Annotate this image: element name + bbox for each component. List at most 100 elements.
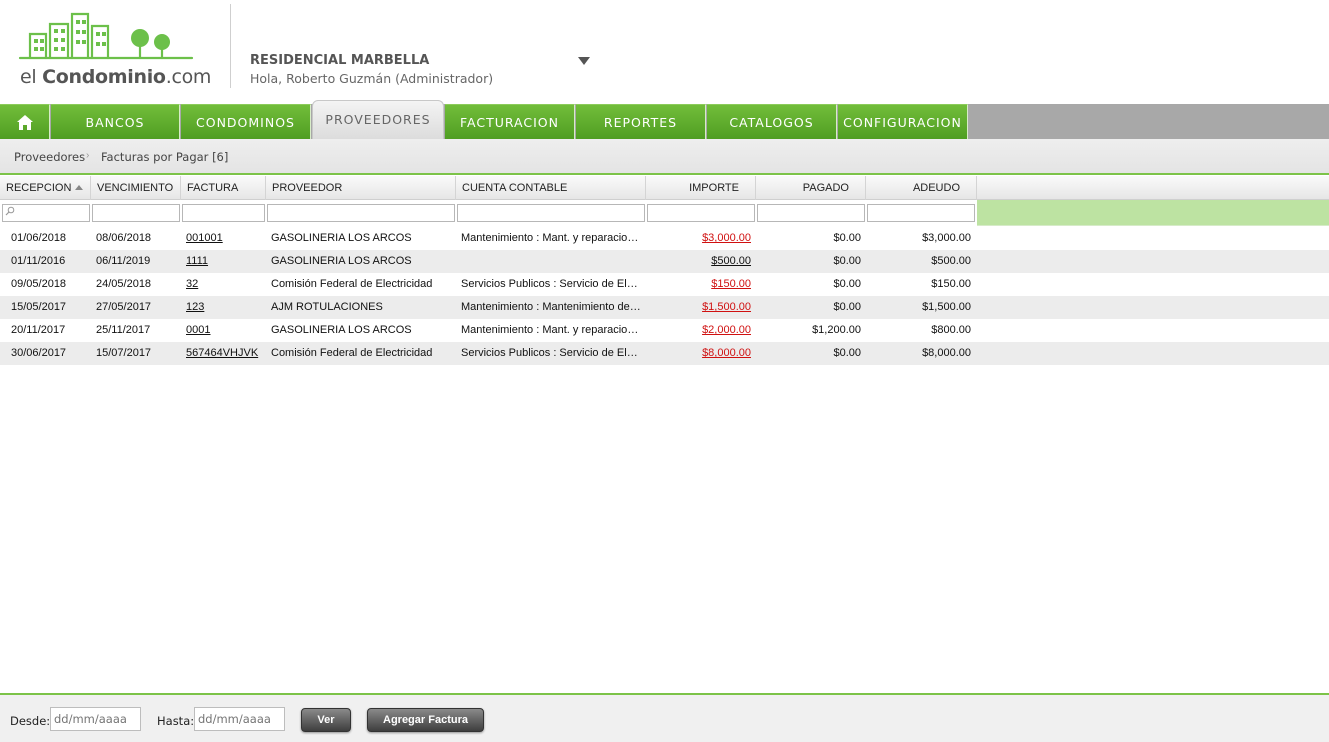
condo-name[interactable]: RESIDENCIAL MARBELLA (250, 53, 429, 68)
col-header-proveedor[interactable]: PROVEEDOR (266, 176, 456, 200)
footer-toolbar: Desde: Hasta: Ver Agregar Factura (0, 693, 1329, 742)
agregar-factura-button[interactable]: Agregar Factura (367, 708, 484, 732)
col-header-adeudo[interactable]: ADEUDO (866, 176, 977, 200)
cell-factura-link-text[interactable]: 0001 (186, 324, 210, 336)
cell-proveedor-text: AJM ROTULACIONES (271, 301, 383, 313)
desde-date-input[interactable] (50, 707, 141, 731)
col-header-pagado[interactable]: PAGADO (756, 176, 866, 200)
cell-factura-link[interactable]: 567464VHJVK (186, 342, 264, 365)
cell-recepcion-text: 01/06/2018 (11, 232, 67, 244)
cell-recepcion-text: 20/11/2017 (11, 324, 66, 336)
cell-factura-link-text[interactable]: 32 (186, 278, 198, 290)
col-header-importe[interactable]: IMPORTE (646, 176, 756, 200)
nav-catalogos[interactable]: CATALOGOS (707, 104, 837, 139)
app-header: el Condominio.com RESIDENCIAL MARBELLA H… (0, 0, 1329, 104)
cell-pagado: $0.00 (756, 342, 861, 365)
logo-prefix: el (20, 66, 43, 88)
cell-factura-link[interactable]: 001001 (186, 227, 264, 250)
cell-factura-link-text[interactable]: 567464VHJVK (186, 347, 258, 359)
cell-vencimiento-text: 08/06/2018 (96, 232, 152, 244)
cell-importe-link-text[interactable]: $500.00 (711, 255, 751, 267)
filter-pagado[interactable] (757, 204, 865, 222)
logo-bold: Condominio (42, 66, 166, 88)
cell-importe-link[interactable]: $8,000.00 (646, 342, 751, 365)
ver-button[interactable]: Ver (301, 708, 351, 732)
cell-importe-link[interactable]: $150.00 (646, 273, 751, 296)
cell-cuenta-contable: Servicios Publicos : Servicio de Electri… (461, 273, 641, 296)
home-icon (16, 114, 33, 130)
filter-importe[interactable] (647, 204, 755, 222)
cell-pagado: $0.00 (756, 250, 861, 273)
filter-factura[interactable] (182, 204, 265, 222)
table-row[interactable]: 15/05/2017 27/05/2017 123 AJM ROTULACIONES M… (0, 296, 1329, 319)
cell-importe-link-text[interactable]: $8,000.00 (702, 347, 751, 359)
nav-proveedores[interactable]: PROVEEDORES (312, 100, 444, 139)
col-header-recepcion-label: RECEPCION (6, 182, 72, 194)
cell-importe-link[interactable]: $2,000.00 (646, 319, 751, 342)
cell-pagado: $0.00 (756, 273, 861, 296)
user-greeting: Hola, Roberto Guzmán (Administrador) (250, 71, 494, 86)
cell-importe-link-text[interactable]: $1,500.00 (702, 301, 751, 313)
table-row[interactable]: 20/11/2017 25/11/2017 0001 GASOLINERIA LOS … (0, 319, 1329, 342)
nav-facturacion[interactable]: FACTURACION (445, 104, 575, 139)
cell-proveedor: Comisión Federal de Electricidad (271, 342, 453, 365)
cell-factura-link-text[interactable]: 001001 (186, 232, 223, 244)
nav-bancos[interactable]: BANCOS (51, 104, 180, 139)
filter-adeudo[interactable] (867, 204, 975, 222)
cell-pagado-text: $0.00 (833, 232, 861, 244)
cell-importe-link[interactable]: $500.00 (646, 250, 751, 273)
cell-cuenta-contable: Mantenimiento : Mantenimiento de Edifici… (461, 296, 641, 319)
cell-cuenta-contable: Servicios Publicos : Servicio de Electri… (461, 342, 641, 365)
cell-pagado-text: $0.00 (833, 301, 861, 313)
table-row[interactable]: 01/06/2018 08/06/2018 001001 GASOLINERIA LO… (0, 227, 1329, 250)
cell-vencimiento-text: 06/11/2019 (96, 255, 151, 267)
cell-vencimiento-text: 24/05/2018 (96, 278, 152, 290)
cell-recepcion: 01/06/2018 (11, 227, 89, 250)
cell-importe-link-text[interactable]: $150.00 (711, 278, 751, 290)
table-row[interactable]: 01/11/2016 06/11/2019 1111 GASOLINERIA LOS … (0, 250, 1329, 273)
cell-factura-link-text[interactable]: 1111 (186, 255, 208, 267)
cell-recepcion-text: 15/05/2017 (11, 301, 67, 313)
table-row[interactable]: 09/05/2018 24/05/2018 32 Comisión Federal d… (0, 273, 1329, 296)
filter-cuenta[interactable] (457, 204, 645, 222)
cell-cuenta-contable-text: Mantenimiento : Mantenimiento de Edifici… (461, 301, 641, 313)
col-header-recepcion[interactable]: RECEPCION (0, 176, 91, 200)
cell-proveedor: GASOLINERIA LOS ARCOS (271, 227, 453, 250)
cell-recepcion: 30/06/2017 (11, 342, 89, 365)
filter-vencimiento[interactable] (92, 204, 180, 222)
cell-importe-link[interactable]: $1,500.00 (646, 296, 751, 319)
col-header-vencimiento[interactable]: VENCIMIENTO (91, 176, 181, 200)
hasta-date-input[interactable] (194, 707, 285, 731)
filter-row (0, 200, 1329, 226)
cell-pagado-text: $0.00 (833, 278, 861, 290)
col-header-cuenta[interactable]: CUENTA CONTABLE (456, 176, 646, 200)
filter-recepcion[interactable] (2, 204, 90, 222)
cell-importe-link-text[interactable]: $3,000.00 (702, 232, 751, 244)
table-row[interactable]: 30/06/2017 15/07/2017 567464VHJVK Comisión … (0, 342, 1329, 365)
filter-proveedor[interactable] (267, 204, 455, 222)
nav-configuracion[interactable]: CONFIGURACION (838, 104, 968, 139)
cell-proveedor: GASOLINERIA LOS ARCOS (271, 319, 453, 342)
cell-cuenta-contable-text: Servicios Publicos : Servicio de Electri… (461, 278, 641, 290)
cell-proveedor: Comisión Federal de Electricidad (271, 273, 453, 296)
cell-importe-link-text[interactable]: $2,000.00 (702, 324, 751, 336)
logo-wordmark: el Condominio.com (20, 66, 211, 88)
header-divider (230, 4, 231, 88)
cell-recepcion: 20/11/2017 (11, 319, 89, 342)
breadcrumb-root[interactable]: Proveedores (14, 150, 85, 164)
cell-factura-link[interactable]: 0001 (186, 319, 264, 342)
cell-factura-link[interactable]: 1111 (186, 250, 264, 273)
nav-condominos[interactable]: CONDOMINOS (181, 104, 311, 139)
cell-factura-link[interactable]: 32 (186, 273, 264, 296)
nav-reportes[interactable]: REPORTES (576, 104, 706, 139)
nav-home[interactable] (0, 104, 50, 139)
cell-importe-link[interactable]: $3,000.00 (646, 227, 751, 250)
cell-adeudo: $150.00 (866, 273, 971, 296)
search-icon (5, 206, 15, 216)
logo-suffix: .com (165, 66, 212, 88)
cell-adeudo-text: $150.00 (931, 278, 971, 290)
col-header-factura[interactable]: FACTURA (181, 176, 266, 200)
cell-factura-link[interactable]: 123 (186, 296, 264, 319)
cell-factura-link-text[interactable]: 123 (186, 301, 204, 313)
chevron-down-icon[interactable] (578, 57, 590, 65)
